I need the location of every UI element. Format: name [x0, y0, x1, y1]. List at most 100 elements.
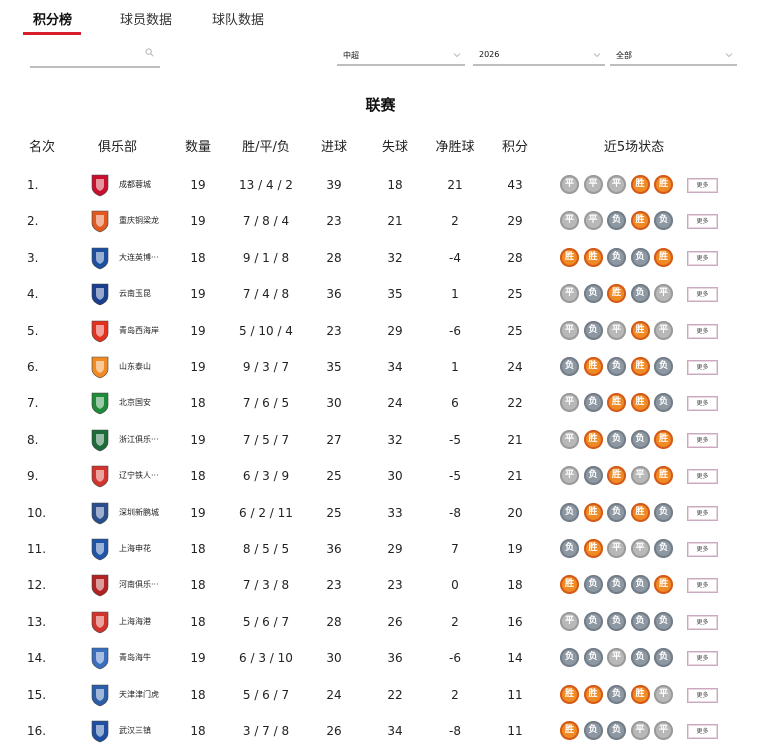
club-name[interactable]: 深圳新鹏城 — [119, 495, 189, 531]
table-row[interactable]: 1. 成都蓉城 19 13 / 4 / 2 39 18 21 43 平平平胜胜更多 — [0, 167, 761, 203]
season-select[interactable]: 2026 — [473, 50, 605, 66]
goals-for: 36 — [326, 542, 342, 556]
search-input[interactable] — [30, 48, 160, 68]
table-row[interactable]: 14. 青岛海牛 19 6 / 3 / 10 30 36 -6 14 负负平负负更多 — [0, 640, 761, 676]
table-row[interactable]: 9. 辽宁铁人··· 18 6 / 3 / 9 25 30 -5 21 平负胜平胜更多 — [0, 458, 761, 494]
rank: 15. — [27, 687, 47, 702]
games-played: 19 — [190, 214, 206, 229]
more-button[interactable]: 更多 — [687, 542, 718, 557]
win-draw-loss: 5 / 6 / 7 — [242, 614, 290, 629]
club-logo-icon — [91, 502, 109, 524]
club-name[interactable]: 上海申花 — [119, 531, 189, 567]
form-result-badge: 负 — [583, 466, 603, 486]
tab-team-stats[interactable]: 球队数据 — [212, 9, 264, 28]
club-name[interactable]: 山东泰山 — [119, 349, 189, 385]
club-name[interactable]: 浙江俱乐··· — [119, 422, 189, 458]
form-result-badge: 负 — [607, 575, 626, 595]
table-row[interactable]: 5. 青岛西海岸 19 5 / 10 / 4 23 29 -6 25 平负平胜平更多 — [0, 313, 761, 349]
club-name[interactable]: 河南俱乐··· — [119, 567, 189, 603]
more-button[interactable]: 更多 — [687, 250, 718, 266]
club-name[interactable]: 武汉三镇 — [119, 713, 189, 749]
goals-for: 28 — [326, 614, 342, 629]
more-button[interactable]: 更多 — [687, 323, 718, 339]
club-name[interactable]: 大连英博··· — [119, 240, 189, 276]
form-result-badge: 平 — [630, 466, 650, 486]
form-result-badge: 负 — [630, 611, 650, 631]
club-logo-icon — [91, 247, 109, 270]
club-name[interactable]: 辽宁铁人··· — [119, 458, 189, 494]
club-name[interactable]: 青岛海牛 — [119, 640, 189, 676]
table-row[interactable]: 8. 浙江俱乐··· 19 7 / 5 / 7 27 32 -5 21 平胜负负胜更多 — [0, 422, 761, 458]
more-button[interactable]: 更多 — [687, 578, 718, 594]
more-button[interactable]: 更多 — [687, 287, 718, 303]
more-button[interactable]: 更多 — [687, 178, 718, 193]
form-result-badge: 平 — [560, 284, 579, 304]
rank: 6. — [27, 360, 39, 374]
rank: 7. — [27, 396, 39, 411]
table-row[interactable]: 12. 河南俱乐··· 18 7 / 3 / 8 23 23 0 18 胜负负负胜更多 — [0, 567, 761, 603]
form-result-badge: 胜 — [630, 502, 650, 522]
goal-difference: 1 — [451, 287, 459, 302]
form-result-badge: 平 — [560, 429, 579, 449]
points: 43 — [507, 178, 523, 192]
rank: 8. — [27, 432, 39, 447]
form-result-badge: 胜 — [607, 393, 626, 413]
goal-difference: 2 — [451, 214, 459, 229]
club-logo-icon — [91, 720, 109, 743]
table-row[interactable]: 11. 上海申花 18 8 / 5 / 5 36 29 7 19 负胜平平负更多 — [0, 531, 761, 567]
more-button[interactable]: 更多 — [687, 360, 718, 375]
league-select[interactable]: 中超 — [337, 50, 465, 66]
more-button[interactable]: 更多 — [687, 396, 718, 412]
table-row[interactable]: 2. 重庆铜梁龙 19 7 / 8 / 4 23 21 2 29 平平负胜负更多 — [0, 203, 761, 239]
more-button[interactable]: 更多 — [687, 724, 718, 739]
form-result-badge: 平 — [654, 721, 673, 740]
recent-form: 负胜负胜负 — [560, 357, 680, 377]
win-draw-loss: 9 / 3 / 7 — [242, 360, 290, 374]
search-icon[interactable] — [145, 48, 154, 57]
form-result-badge: 胜 — [607, 284, 626, 304]
club-name[interactable]: 上海海港 — [119, 604, 189, 640]
table-row[interactable]: 4. 云南玉昆 19 7 / 4 / 8 36 35 1 25 平负胜负平更多 — [0, 276, 761, 312]
more-button[interactable]: 更多 — [687, 432, 718, 448]
club-name[interactable]: 天津津门虎 — [119, 677, 189, 713]
form-result-badge: 负 — [560, 502, 579, 522]
points: 25 — [507, 323, 523, 338]
header-wdl: 胜/平/负 — [242, 140, 290, 155]
form-result-badge: 负 — [583, 320, 603, 340]
more-button[interactable]: 更多 — [687, 614, 718, 630]
points: 22 — [507, 396, 523, 411]
table-row[interactable]: 13. 上海海港 18 5 / 6 / 7 28 26 2 16 平负负负负更多 — [0, 604, 761, 640]
goal-difference: 1 — [451, 360, 459, 374]
club-name[interactable]: 青岛西海岸 — [119, 313, 189, 349]
rank: 2. — [27, 214, 39, 229]
scope-select[interactable]: 全部 — [610, 50, 737, 66]
tab-player-stats[interactable]: 球员数据 — [120, 9, 172, 28]
club-logo-icon — [91, 393, 109, 415]
recent-form: 负胜平平负 — [560, 539, 680, 559]
win-draw-loss: 3 / 7 / 8 — [242, 724, 290, 738]
table-row[interactable]: 7. 北京国安 18 7 / 6 / 5 30 24 6 22 平负胜胜负更多 — [0, 385, 761, 421]
form-result-badge: 平 — [583, 211, 603, 231]
goals-for: 36 — [326, 287, 342, 302]
club-name[interactable]: 云南玉昆 — [119, 276, 189, 312]
club-name[interactable]: 重庆铜梁龙 — [119, 203, 189, 239]
more-button[interactable]: 更多 — [687, 214, 718, 230]
club-name[interactable]: 成都蓉城 — [119, 167, 189, 203]
more-button[interactable]: 更多 — [687, 505, 718, 521]
goal-difference: -5 — [449, 432, 461, 447]
club-logo-icon — [91, 575, 109, 597]
win-draw-loss: 5 / 10 / 4 — [239, 323, 293, 338]
club-name[interactable]: 北京国安 — [119, 385, 189, 421]
header-points: 积分 — [501, 140, 528, 155]
table-row[interactable]: 10. 深圳新鹏城 19 6 / 2 / 11 25 33 -8 20 负胜负胜负更多 — [0, 495, 761, 531]
table-row[interactable]: 3. 大连英博··· 18 9 / 1 / 8 28 32 -4 28 胜胜负负胜更多 — [0, 240, 761, 276]
table-row[interactable]: 15. 天津津门虎 18 5 / 6 / 7 24 22 2 11 胜胜负胜平更多 — [0, 677, 761, 713]
goals-against: 26 — [387, 614, 403, 629]
more-button[interactable]: 更多 — [687, 469, 718, 485]
table-row[interactable]: 16. 武汉三镇 18 3 / 7 / 8 26 34 -8 11 胜负负平平更多 — [0, 713, 761, 749]
more-button[interactable]: 更多 — [687, 651, 718, 667]
tab-standings[interactable]: 积分榜 — [33, 9, 72, 28]
more-button[interactable]: 更多 — [687, 687, 718, 703]
recent-form: 负负平负负 — [560, 648, 680, 668]
table-row[interactable]: 6. 山东泰山 19 9 / 3 / 7 35 34 1 24 负胜负胜负更多 — [0, 349, 761, 385]
